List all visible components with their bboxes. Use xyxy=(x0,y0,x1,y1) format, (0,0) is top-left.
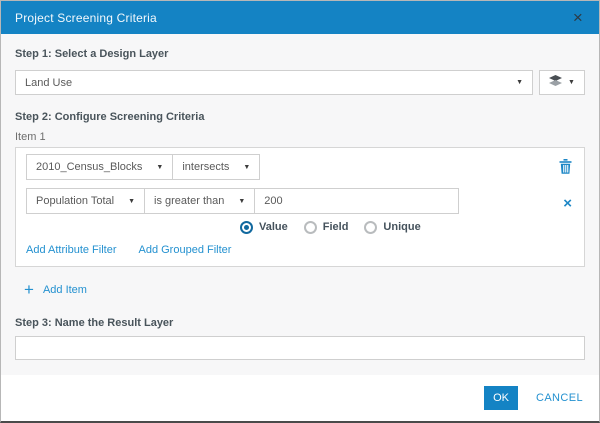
attribute-filter-row: Population Total ▼ is greater than ▼ 200 xyxy=(26,188,460,214)
filter-links-row: Add Attribute Filter Add Grouped Filter xyxy=(26,244,574,258)
radio-button[interactable] xyxy=(303,220,317,234)
result-layer-name-input[interactable] xyxy=(15,336,585,360)
expression-layer-select[interactable]: 2010_Census_Blocks ▼ xyxy=(27,155,174,179)
radio-option-field[interactable]: Field xyxy=(303,220,349,234)
spatial-operator-value: intersects xyxy=(182,161,230,173)
filter-operator-select[interactable]: is greater than ▼ xyxy=(145,189,256,213)
close-x-icon: × xyxy=(563,195,572,212)
spatial-operator-select[interactable]: intersects ▼ xyxy=(173,155,259,179)
design-layer-select[interactable]: Land Use ▼ xyxy=(15,70,533,95)
dialog-header: Project Screening Criteria × xyxy=(1,1,599,34)
delete-item-button[interactable] xyxy=(559,159,572,176)
add-item-button[interactable]: + Add Item xyxy=(24,280,585,299)
browse-layers-button[interactable]: ▼ xyxy=(539,70,585,95)
filter-value-field-wrap: 200 xyxy=(255,189,458,213)
trash-icon xyxy=(559,159,572,177)
step1-label: Step 1: Select a Design Layer xyxy=(15,48,169,60)
add-attribute-filter-link[interactable]: Add Attribute Filter xyxy=(26,244,117,256)
radio-label: Unique xyxy=(383,221,421,233)
step3-label: Step 3: Name the Result Layer xyxy=(15,317,174,329)
radio-label: Value xyxy=(259,221,288,233)
remove-filter-button[interactable]: × xyxy=(563,196,572,211)
radio-label: Field xyxy=(322,221,349,233)
plus-icon: + xyxy=(24,280,34,299)
chevron-down-icon: ▼ xyxy=(243,163,251,171)
dialog-body: Step 1: Select a Design Layer Land Use ▼… xyxy=(1,34,599,375)
design-layer-value: Land Use xyxy=(25,76,73,89)
filter-operator-value: is greater than xyxy=(154,195,225,207)
add-item-label: Add Item xyxy=(42,284,87,296)
screening-item-panel: 2010_Census_Blocks ▼ intersects ▼ Popula… xyxy=(15,147,585,267)
chevron-down-icon: ▼ xyxy=(128,197,136,205)
filter-value-input[interactable]: 200 xyxy=(264,195,282,207)
expression-row: 2010_Census_Blocks ▼ intersects ▼ xyxy=(26,154,261,180)
radio-option-value[interactable]: Value xyxy=(240,220,288,234)
filter-field-select[interactable]: Population Total ▼ xyxy=(27,189,146,213)
radio-button[interactable] xyxy=(240,220,253,234)
value-type-radio-group: Value Field Unique xyxy=(240,218,574,236)
chevron-down-icon: ▼ xyxy=(238,197,246,205)
add-grouped-filter-link[interactable]: Add Grouped Filter xyxy=(139,244,232,256)
filter-field-value: Population Total xyxy=(36,195,115,207)
close-icon[interactable]: × xyxy=(571,9,585,26)
dialog-title: Project Screening Criteria xyxy=(15,10,157,25)
project-screening-criteria-dialog: Project Screening Criteria × Step 1: Sel… xyxy=(0,0,600,423)
radio-button[interactable] xyxy=(364,220,378,234)
expression-layer-value: 2010_Census_Blocks xyxy=(36,161,143,173)
ok-button[interactable]: OK xyxy=(484,386,518,410)
step2-label: Step 2: Configure Screening Criteria xyxy=(15,111,205,123)
chevron-down-icon: ▼ xyxy=(568,79,575,86)
cancel-button[interactable]: CANCEL xyxy=(536,392,583,404)
dialog-footer: OK CANCEL xyxy=(1,375,599,421)
chevron-down-icon: ▼ xyxy=(516,79,523,86)
layers-icon xyxy=(549,74,563,92)
step1-controls: Land Use ▼ ▼ xyxy=(15,70,585,95)
chevron-down-icon: ▼ xyxy=(156,163,164,171)
item-label: Item 1 xyxy=(15,131,46,143)
radio-option-unique[interactable]: Unique xyxy=(364,220,421,234)
